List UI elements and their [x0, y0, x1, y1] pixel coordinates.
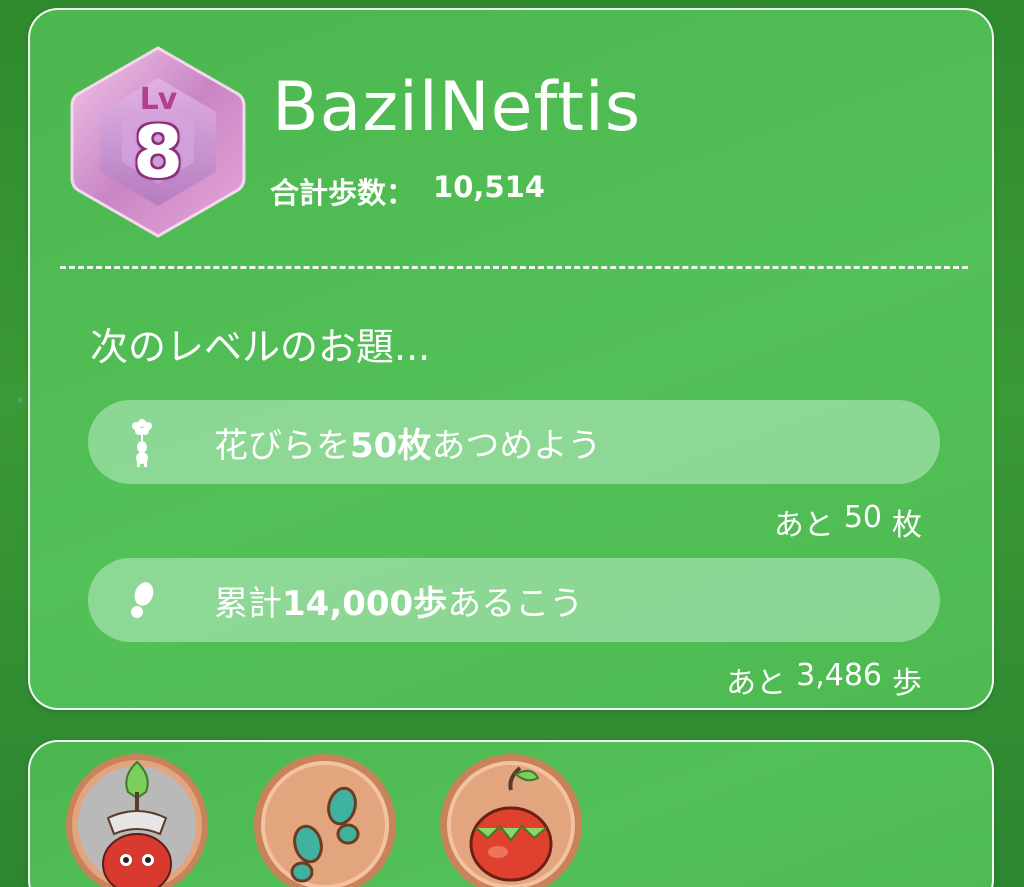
- task-text-pre: 花びらを: [214, 425, 350, 466]
- profile-card: Lv 8 BazilNeftis 合計歩数： 10,514 次のレベルのお題..…: [28, 8, 994, 710]
- total-steps-label: 合計歩数：: [270, 176, 416, 210]
- footsteps-medal-icon[interactable]: [252, 752, 398, 887]
- badges-card: [28, 740, 994, 887]
- remain-unit: 枚: [892, 508, 922, 543]
- username: BazilNeftis: [272, 68, 642, 147]
- petal-pikmin-icon: [122, 412, 162, 472]
- task-remaining: あと 50 枚: [774, 500, 922, 544]
- remain-unit: 歩: [892, 666, 922, 701]
- level-badge: Lv 8: [70, 44, 246, 240]
- task-text-post: あるこう: [447, 583, 584, 624]
- red-pikmin-medal-icon[interactable]: [64, 752, 210, 887]
- task-item: 累計 14,000歩 あるこう: [88, 558, 940, 642]
- total-steps-value: 10,514: [433, 170, 545, 204]
- task-text-bold: 50枚: [350, 425, 432, 466]
- level-number: 8: [132, 110, 184, 194]
- fruit-medal-icon[interactable]: [438, 752, 584, 887]
- next-level-title: 次のレベルのお題...: [90, 325, 431, 369]
- task-text: 花びらを 50枚 あつめよう: [214, 418, 601, 467]
- total-steps: 合計歩数： 10,514: [270, 170, 545, 212]
- task-item: 花びらを 50枚 あつめよう: [88, 400, 940, 484]
- remain-value: 50: [843, 500, 882, 535]
- dashed-divider: [60, 266, 968, 269]
- remain-prefix: あと: [726, 666, 787, 701]
- remain-prefix: あと: [773, 508, 834, 543]
- remain-value: 3,486: [796, 658, 882, 693]
- task-text: 累計 14,000歩 あるこう: [214, 576, 583, 625]
- task-remaining: あと 3,486 歩: [726, 658, 922, 702]
- task-text-bold: 14,000歩: [282, 583, 448, 624]
- footprint-icon: [122, 570, 162, 630]
- task-text-post: あつめよう: [431, 425, 602, 466]
- task-text-pre: 累計: [214, 583, 282, 624]
